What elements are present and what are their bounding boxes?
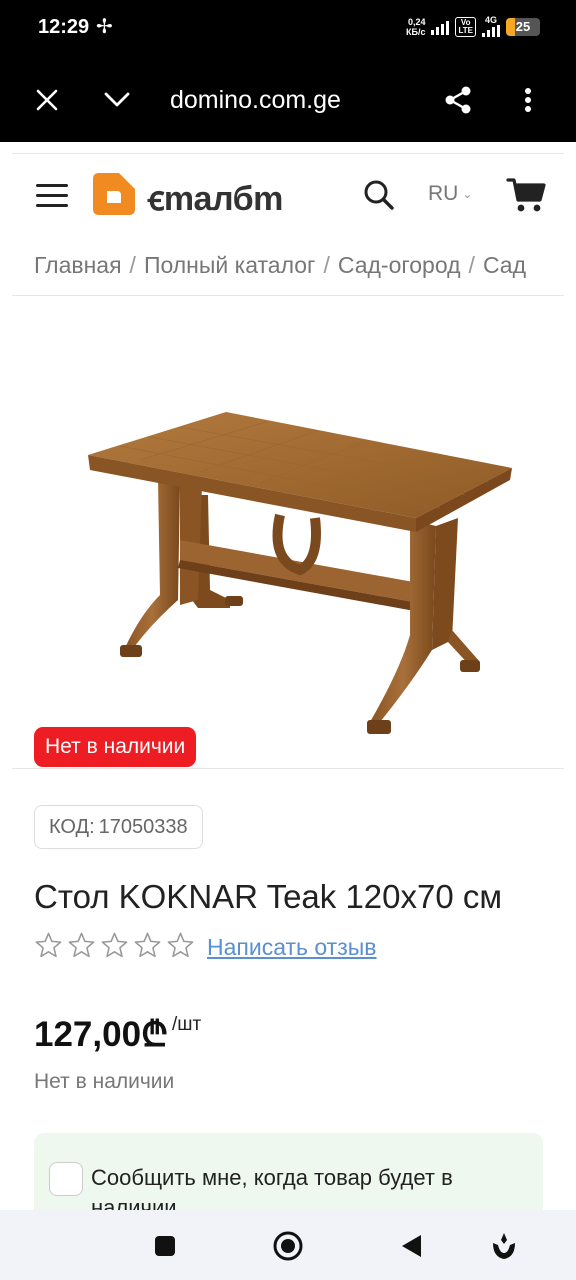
- status-bar: 12:29 ✢ 0,24 КБ/с Vo LTE 4G 25: [0, 0, 576, 58]
- star-icon[interactable]: [34, 931, 63, 960]
- star-icon[interactable]: [166, 931, 195, 960]
- breadcrumb: Главная / Полный каталог / Сад-огород / Сад: [34, 252, 564, 279]
- system-nav-bar: [0, 1210, 576, 1280]
- battery-icon: 25: [506, 17, 540, 36]
- site-header: [0, 142, 576, 242]
- search-icon[interactable]: [362, 178, 396, 212]
- code-label: КОД:: [49, 816, 95, 838]
- stock-badge: Нет в наличии: [34, 727, 197, 767]
- mobile-network: 4G: [482, 16, 500, 37]
- url-text[interactable]: domino.com.ge: [170, 86, 341, 115]
- logo-mark[interactable]: [91, 171, 137, 217]
- star-icon[interactable]: [133, 931, 162, 960]
- breadcrumb-separator: /: [129, 252, 136, 278]
- notify-checkbox[interactable]: [49, 1162, 83, 1196]
- breadcrumb-separator: /: [323, 252, 330, 278]
- divider: [12, 768, 564, 769]
- share-icon[interactable]: [442, 84, 474, 116]
- chevron-down-icon[interactable]: [101, 84, 133, 116]
- volte-badge: Vo LTE: [455, 16, 476, 37]
- recent-apps-icon[interactable]: [147, 1228, 183, 1264]
- divider: [12, 295, 564, 296]
- hamburger-menu-icon[interactable]: [36, 184, 68, 208]
- price-unit: /шт: [172, 1014, 202, 1035]
- star-icon[interactable]: [100, 931, 129, 960]
- breadcrumb-item[interactable]: Сад: [483, 252, 526, 278]
- product-price: 127,00₾: [34, 1010, 168, 1057]
- divider: [12, 153, 564, 154]
- breadcrumb-item[interactable]: Полный каталог: [144, 252, 316, 278]
- stock-status: Нет в наличии: [34, 1070, 175, 1093]
- breadcrumb-item[interactable]: Главная: [34, 252, 122, 278]
- status-time: 12:29: [38, 16, 90, 38]
- product-title: Стол KOKNAR Teak 120x70 см: [34, 878, 503, 915]
- network-speed: 0,24 КБ/с: [406, 16, 426, 37]
- rating-stars[interactable]: [34, 931, 195, 960]
- back-icon[interactable]: [393, 1228, 429, 1264]
- signal-icon: [482, 25, 500, 37]
- fan-icon: ✢: [96, 16, 113, 38]
- language-value: RU: [428, 182, 459, 205]
- language-select[interactable]: RU ⌄: [428, 182, 472, 206]
- status-indicators: 0,24 КБ/с Vo LTE 4G 25: [406, 16, 540, 37]
- price-value: 127,00: [34, 1015, 142, 1054]
- logo-text[interactable]: ꞓmaлбm: [148, 174, 283, 220]
- assistant-icon[interactable]: [486, 1228, 522, 1264]
- breadcrumb-separator: /: [468, 252, 475, 278]
- home-icon[interactable]: [270, 1228, 306, 1264]
- cart-icon[interactable]: [506, 176, 546, 214]
- code-value: 17050338: [98, 816, 188, 838]
- write-review-link[interactable]: Написать отзыв: [207, 934, 377, 961]
- breadcrumb-item[interactable]: Сад-огород: [338, 252, 461, 278]
- currency-symbol: ₾: [141, 1015, 169, 1054]
- more-vert-icon[interactable]: [512, 84, 544, 116]
- close-icon[interactable]: [31, 84, 63, 116]
- product-code: КОД: 17050338: [34, 805, 203, 849]
- star-icon[interactable]: [67, 931, 96, 960]
- product-image[interactable]: [80, 400, 520, 750]
- chevron-down-icon: ⌄: [462, 187, 473, 201]
- browser-toolbar: domino.com.ge: [0, 58, 576, 142]
- signal-icon: [431, 19, 450, 35]
